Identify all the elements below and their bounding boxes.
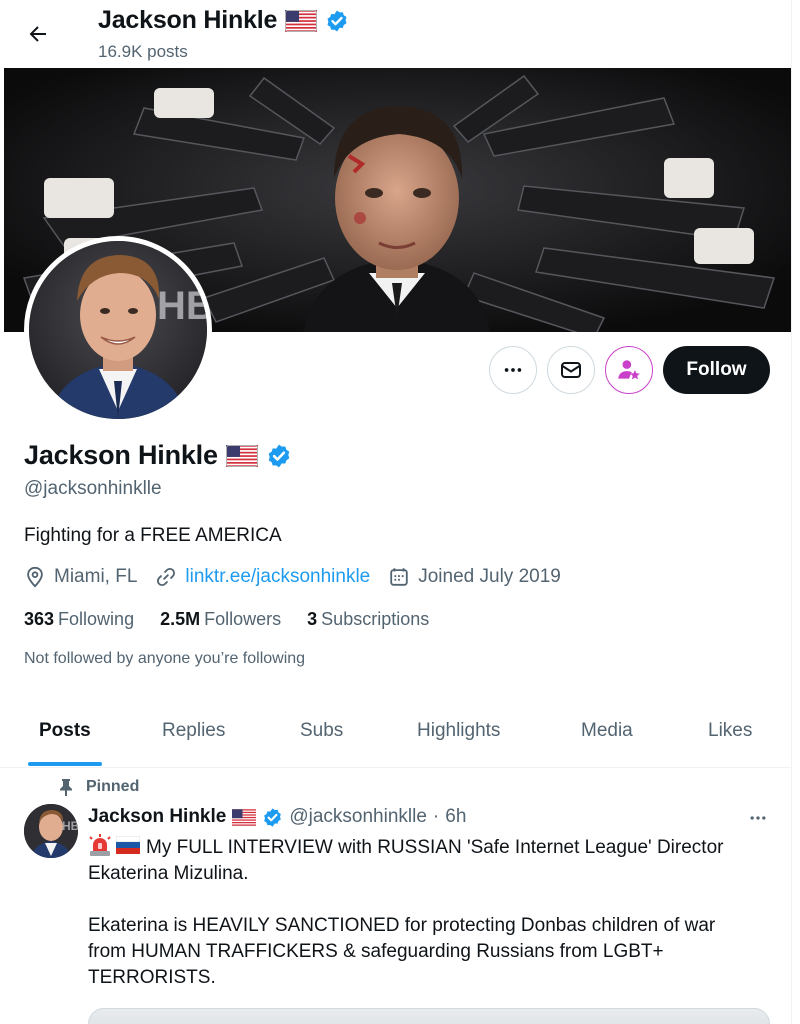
top-bar: Jackson Hinkle 16.9K posts bbox=[0, 0, 791, 68]
profile-tabs: Posts Replies Subs Highlights Media Like… bbox=[0, 702, 791, 768]
profile-name-row: Jackson Hinkle bbox=[24, 440, 292, 471]
more-options-button[interactable] bbox=[489, 346, 537, 394]
joined-item: Joined July 2019 bbox=[388, 566, 561, 588]
profile-page: Jackson Hinkle 16.9K posts H Follow Jack… bbox=[0, 0, 792, 1024]
pinned-label: Pinned bbox=[86, 778, 140, 795]
calendar-icon bbox=[390, 568, 408, 586]
location-text: Miami, FL bbox=[54, 566, 138, 587]
follow-button[interactable]: Follow bbox=[663, 346, 770, 394]
pin-icon bbox=[60, 779, 72, 796]
subscriptions-label: Subscriptions bbox=[321, 609, 430, 629]
us-flag-icon bbox=[285, 9, 318, 32]
post-time[interactable]: 6h bbox=[445, 806, 466, 828]
header-title-row: Jackson Hinkle bbox=[98, 6, 349, 35]
following-stat[interactable]: 363 Following bbox=[24, 609, 134, 630]
arrow-left-icon bbox=[29, 26, 46, 42]
subscribe-button[interactable] bbox=[605, 346, 653, 394]
pinned-indicator: Pinned bbox=[58, 778, 139, 796]
location-item: Miami, FL bbox=[24, 566, 137, 588]
tab-highlights[interactable]: Highlights bbox=[417, 720, 500, 742]
post-body: My FULL INTERVIEW with RUSSIAN 'Safe Int… bbox=[88, 834, 768, 991]
tab-posts[interactable]: Posts bbox=[39, 720, 91, 742]
subscriptions-stat[interactable]: 3 Subscriptions bbox=[307, 609, 429, 630]
post-text-line-5: TERRORISTS. bbox=[88, 967, 216, 988]
svg-text:HB: HB bbox=[157, 284, 207, 328]
followers-label: Followers bbox=[204, 609, 282, 629]
post-media-preview[interactable] bbox=[88, 1008, 770, 1024]
post-text-line-2: Ekaterina Mizulina. bbox=[88, 863, 249, 884]
header-name: Jackson Hinkle bbox=[98, 6, 278, 34]
profile-stats: 363 Following 2.5M Followers 3 Subscription… bbox=[24, 609, 455, 630]
location-pin-icon bbox=[27, 566, 43, 588]
post-author-avatar[interactable]: HB bbox=[24, 804, 78, 858]
tab-replies[interactable]: Replies bbox=[162, 720, 225, 742]
link-icon bbox=[157, 567, 176, 587]
avatar-image: HB bbox=[29, 241, 207, 419]
envelope-icon bbox=[561, 362, 581, 378]
post-paragraph-gap bbox=[88, 887, 768, 913]
profile-meta: Miami, FL linktr.ee/jacksonhinkle Joined… bbox=[24, 566, 579, 588]
us-flag-icon bbox=[225, 444, 258, 467]
message-button[interactable] bbox=[547, 346, 595, 394]
us-flag-icon bbox=[232, 808, 257, 826]
subscriptions-count: 3 bbox=[307, 609, 318, 629]
profile-avatar[interactable]: HB bbox=[24, 236, 212, 424]
post-header: Jackson Hinkle @jacksonhinklle · 6h bbox=[88, 806, 466, 828]
not-followed-note: Not followed by anyone you’re following bbox=[24, 650, 306, 667]
russia-flag-icon bbox=[116, 836, 140, 854]
verified-badge-icon bbox=[264, 807, 282, 827]
post-more-button[interactable] bbox=[742, 806, 774, 830]
tab-media[interactable]: Media bbox=[581, 720, 633, 742]
verified-badge-icon bbox=[327, 10, 347, 31]
tab-likes[interactable]: Likes bbox=[708, 720, 752, 742]
post-avatar-image: HB bbox=[24, 804, 78, 858]
header-post-count: 16.9K posts bbox=[98, 42, 188, 61]
verified-badge-icon[interactable] bbox=[266, 443, 292, 469]
post-author-name[interactable]: Jackson Hinkle bbox=[88, 806, 226, 828]
link-item[interactable]: linktr.ee/jacksonhinkle bbox=[155, 566, 370, 588]
active-tab-indicator bbox=[28, 762, 102, 766]
svg-text:HB: HB bbox=[62, 819, 78, 833]
post-text-line-4: from HUMAN TRAFFICKERS & safeguarding Ru… bbox=[88, 941, 664, 962]
following-label: Following bbox=[58, 609, 135, 629]
siren-emoji-icon bbox=[89, 834, 111, 856]
profile-link[interactable]: linktr.ee/jacksonhinkle bbox=[185, 566, 370, 588]
joined-text: Joined July 2019 bbox=[418, 566, 561, 587]
more-horizontal-icon bbox=[504, 368, 522, 372]
more-horizontal-icon bbox=[750, 816, 766, 820]
profile-name: Jackson Hinkle bbox=[24, 440, 218, 470]
followers-count: 2.5M bbox=[160, 609, 201, 629]
followers-stat[interactable]: 2.5M Followers bbox=[160, 609, 281, 630]
subscribe-star-person-icon bbox=[618, 360, 640, 380]
tab-subs[interactable]: Subs bbox=[300, 720, 343, 742]
profile-handle: @jacksonhinklle bbox=[24, 478, 162, 499]
post-author-handle[interactable]: @jacksonhinklle bbox=[289, 806, 427, 828]
post-text-line-1: My FULL INTERVIEW with RUSSIAN 'Safe Int… bbox=[146, 837, 724, 858]
following-count: 363 bbox=[24, 609, 55, 629]
post-separator: · bbox=[432, 806, 440, 827]
post-text-line-3: Ekaterina is HEAVILY SANCTIONED for prot… bbox=[88, 915, 716, 936]
back-button[interactable] bbox=[18, 14, 58, 54]
profile-bio: Fighting for a FREE AMERICA bbox=[24, 525, 282, 546]
